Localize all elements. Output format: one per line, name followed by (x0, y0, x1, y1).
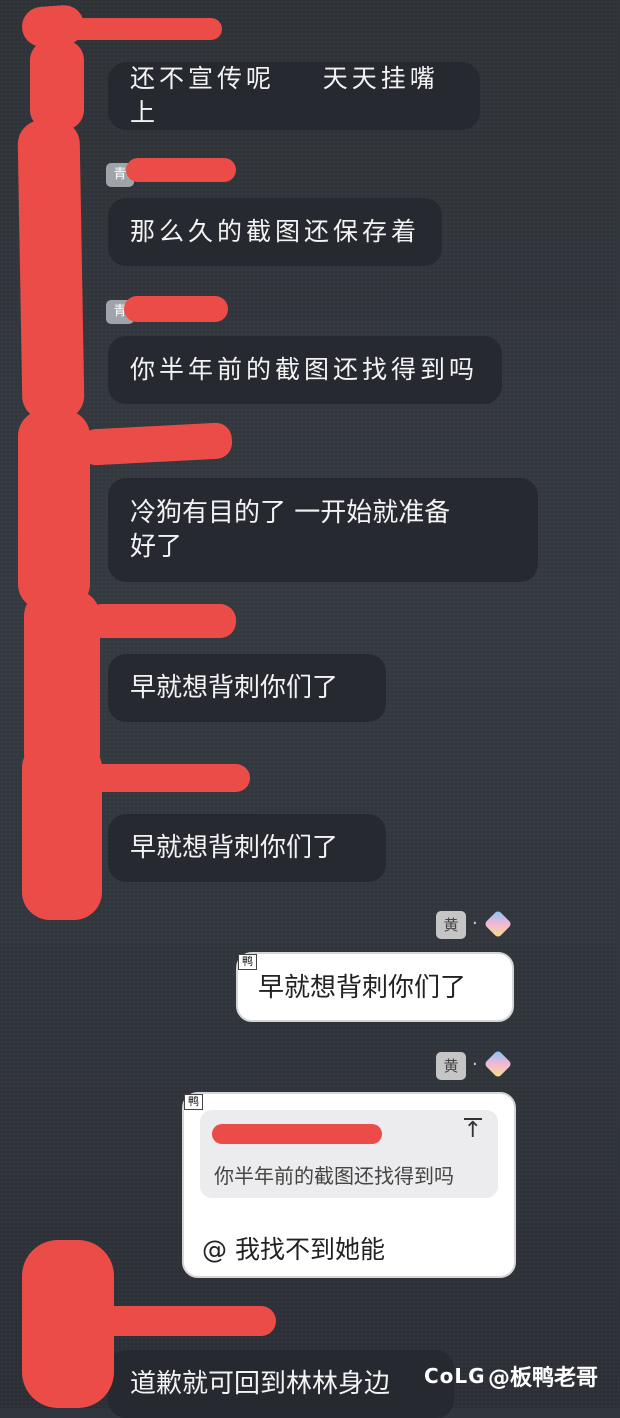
redaction-mark (78, 764, 250, 792)
message-text: 道歉就可回到林林身边 (130, 1369, 391, 1399)
redaction-mark (18, 410, 90, 610)
message-text: 早就想背刺你们了 (258, 973, 467, 1003)
redaction-mark (126, 158, 236, 182)
message-bubble-7[interactable]: 鸭 早就想背刺你们了 (236, 952, 514, 1022)
separator-dot: . (472, 908, 478, 929)
redaction-mark (62, 18, 222, 40)
title-tag-ya: 鸭 (238, 954, 257, 970)
title-badge-huang: 黄 (436, 911, 466, 939)
message-bubble-3[interactable]: 你半年前的截图还找得到吗 (108, 336, 502, 404)
message-text: 冷狗有目的了 一开始就准备 好了 (130, 498, 451, 562)
redaction-mark (86, 604, 236, 638)
message-bubble-4[interactable]: 冷狗有目的了 一开始就准备 好了 (108, 478, 538, 582)
message-bubble-6[interactable]: 早就想背刺你们了 (108, 814, 386, 882)
quote-block[interactable]: ↑ 你半年前的截图还找得到吗 (200, 1110, 498, 1198)
message-text: 早就想背刺你们了 (130, 833, 339, 863)
message-bubble-5[interactable]: 早就想背刺你们了 (108, 654, 386, 722)
quote-text: 你半年前的截图还找得到吗 (214, 1164, 454, 1188)
redaction-mark (17, 119, 85, 421)
message-bubble-2[interactable]: 那么久的截图还保存着 (108, 198, 442, 266)
message-text: 还不宣传呢 天天挂嘴上 (130, 64, 439, 127)
watermark-logo: CoLG (424, 1364, 486, 1388)
message-bubble-8[interactable]: 鸭 ↑ 你半年前的截图还找得到吗 @ 我找不到她能 (182, 1092, 516, 1278)
reply-text: @ 我找不到她能 (202, 1235, 385, 1264)
redaction-mark (96, 1306, 276, 1336)
separator-dot: . (472, 1049, 478, 1070)
message-text: 早就想背刺你们了 (130, 673, 339, 703)
message-text: 你半年前的截图还找得到吗 (130, 355, 479, 384)
message-text: 那么久的截图还保存着 (130, 217, 421, 246)
redaction-mark (124, 296, 228, 322)
quote-arrow-icon[interactable]: ↑ (463, 1118, 482, 1142)
title-badge-huang: 黄 (436, 1052, 466, 1080)
message-bubble-1[interactable]: 还不宣传呢 天天挂嘴上 (108, 62, 480, 130)
title-tag-ya: 鸭 (184, 1094, 203, 1110)
watermark-handle: @板鸭老哥 (488, 1366, 599, 1391)
redaction-mark (212, 1124, 382, 1144)
redaction-mark (30, 40, 84, 130)
